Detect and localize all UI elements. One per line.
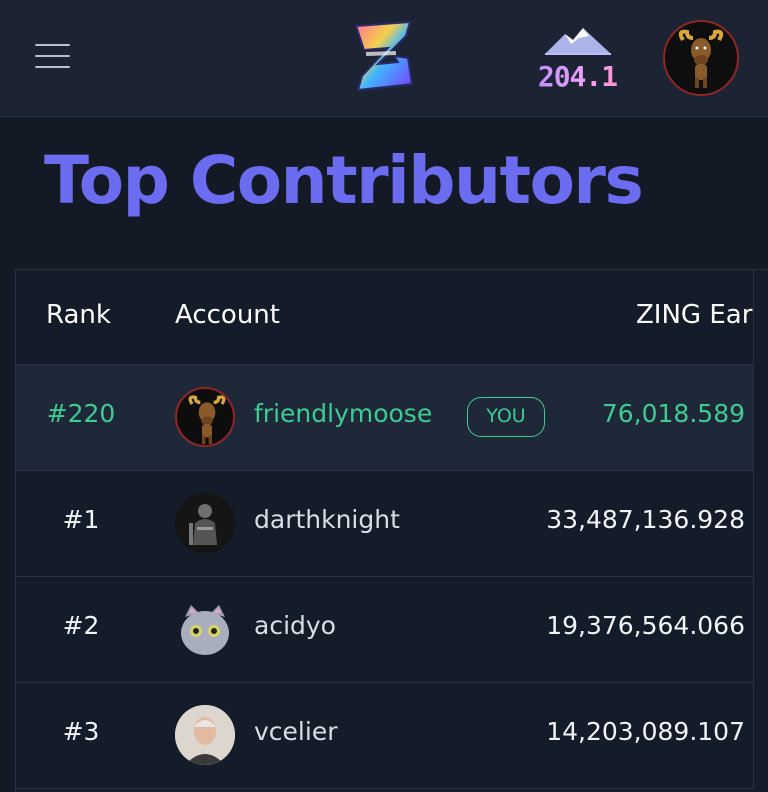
zing-earned-amount: 33,487,136.928 bbox=[546, 505, 745, 534]
page-title: Top Contributors bbox=[44, 142, 644, 219]
account-name[interactable]: friendlymoose bbox=[254, 399, 432, 428]
person-avatar-icon[interactable] bbox=[175, 705, 235, 765]
table-row[interactable]: #1 darthknight 33,487,136.928 bbox=[16, 471, 754, 577]
table-row-current-user[interactable]: #220 friendlymoose YOU 76,018.589 bbox=[16, 365, 754, 471]
level-value: 204.1 bbox=[525, 60, 630, 93]
rank-cell: #220 bbox=[46, 399, 116, 428]
zing-earned-amount: 19,376,564.066 bbox=[546, 611, 745, 640]
hamburger-menu-icon[interactable] bbox=[35, 44, 70, 68]
column-header-rank[interactable]: Rank bbox=[46, 300, 111, 330]
you-badge: YOU bbox=[467, 397, 545, 437]
table-header: Rank Account ZING Ear bbox=[16, 270, 754, 365]
rank-cell: #1 bbox=[62, 505, 100, 534]
cat-avatar-icon[interactable] bbox=[175, 599, 235, 659]
moose-avatar-icon[interactable] bbox=[663, 20, 739, 96]
column-header-account[interactable]: Account bbox=[175, 300, 280, 330]
top-bar: 204.1 bbox=[0, 0, 768, 117]
column-header-zing-earned[interactable]: ZING Ear bbox=[636, 300, 752, 330]
level-indicator[interactable]: 204.1 bbox=[525, 20, 630, 100]
table-row[interactable]: #2 acidyo 19,376,564.066 bbox=[16, 577, 754, 683]
moose-avatar-icon[interactable] bbox=[175, 387, 235, 447]
contributors-table: Rank Account ZING Ear #220 friendlymoose… bbox=[15, 269, 768, 792]
rank-cell: #2 bbox=[62, 611, 100, 640]
rank-cell: #3 bbox=[62, 717, 100, 746]
table-row[interactable]: #3 vcelier 14,203,089.107 bbox=[16, 683, 754, 789]
account-name[interactable]: darthknight bbox=[254, 505, 400, 534]
mountain-icon bbox=[545, 28, 611, 55]
account-name[interactable]: vcelier bbox=[254, 717, 337, 746]
account-name[interactable]: acidyo bbox=[254, 611, 336, 640]
zing-z-logo-icon[interactable] bbox=[352, 20, 416, 94]
knight-avatar-icon[interactable] bbox=[175, 493, 235, 553]
zing-earned-amount: 14,203,089.107 bbox=[546, 717, 745, 746]
zing-earned-amount: 76,018.589 bbox=[601, 399, 745, 428]
